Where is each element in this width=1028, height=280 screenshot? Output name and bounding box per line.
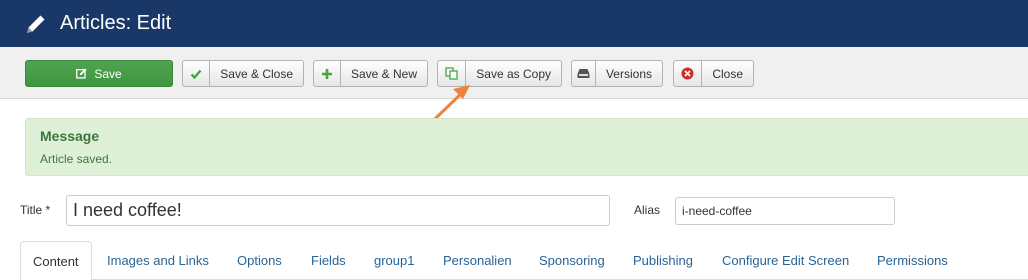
tab-bar: Content Images and Links Options Fields … xyxy=(20,241,1028,280)
save-button[interactable]: Save xyxy=(25,60,173,87)
title-label: Title * xyxy=(20,203,51,217)
edit-icon xyxy=(76,68,87,79)
save-button-label: Save xyxy=(94,66,122,81)
page-header: Articles: Edit xyxy=(0,0,1028,47)
close-button[interactable]: Close xyxy=(673,60,754,87)
tab-fields[interactable]: Fields xyxy=(311,241,346,280)
toolbar: Save Save & Close Save & New Save as Cop… xyxy=(0,47,1028,99)
tab-images-and-links[interactable]: Images and Links xyxy=(107,241,209,280)
tab-content[interactable]: Content xyxy=(20,241,92,280)
tab-permissions[interactable]: Permissions xyxy=(877,241,948,280)
tab-sponsoring[interactable]: Sponsoring xyxy=(539,241,605,280)
tab-personalien[interactable]: Personalien xyxy=(443,241,512,280)
system-message: Message Article saved. xyxy=(25,118,1028,176)
close-button-label: Close xyxy=(712,66,743,81)
save-close-button-label: Save & Close xyxy=(220,66,293,81)
archive-icon xyxy=(572,61,596,86)
message-body: Article saved. xyxy=(40,152,113,166)
cancel-icon xyxy=(674,61,703,86)
alias-label: Alias xyxy=(634,203,661,217)
pencil-icon xyxy=(27,15,45,33)
versions-button-label: Versions xyxy=(605,66,652,81)
message-title: Message xyxy=(40,128,100,144)
save-close-button[interactable]: Save & Close xyxy=(182,60,304,87)
tab-publishing[interactable]: Publishing xyxy=(633,241,693,280)
save-as-copy-button-label: Save as Copy xyxy=(476,66,551,81)
check-icon xyxy=(183,61,211,86)
plus-icon xyxy=(314,61,341,86)
page-title: Articles: Edit xyxy=(60,12,172,34)
tab-options[interactable]: Options xyxy=(237,241,282,280)
tab-group1[interactable]: group1 xyxy=(374,241,414,280)
versions-button[interactable]: Versions xyxy=(571,60,663,87)
tab-configure-edit-screen[interactable]: Configure Edit Screen xyxy=(722,241,849,280)
title-input[interactable] xyxy=(66,195,610,226)
alias-input[interactable] xyxy=(675,197,895,225)
